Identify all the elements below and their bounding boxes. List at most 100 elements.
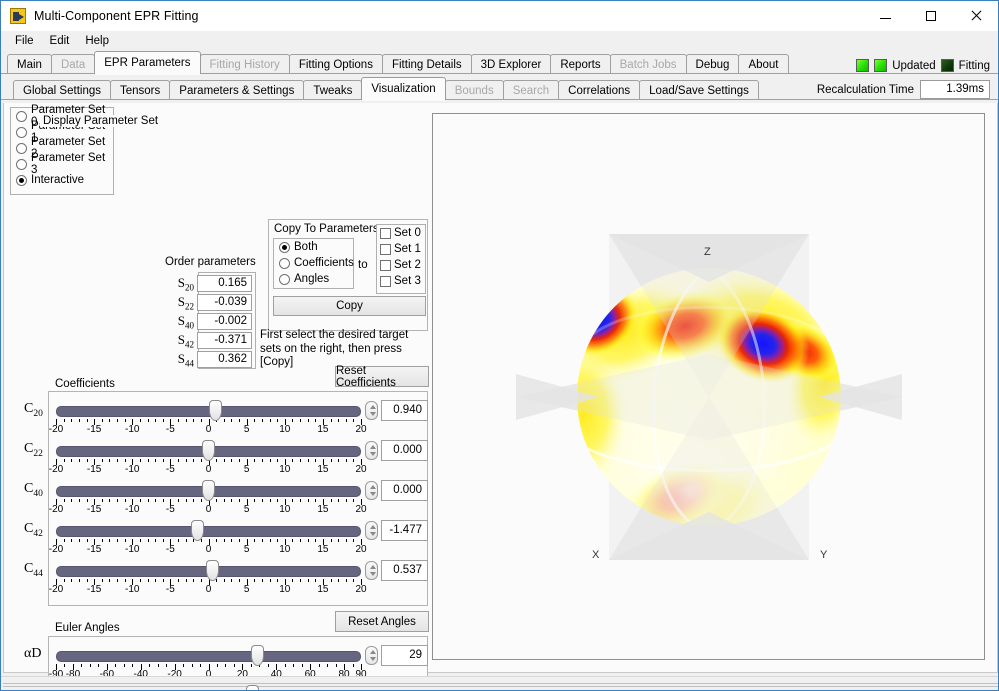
minimize-button[interactable] [863, 1, 908, 30]
slider-thumb[interactable] [202, 480, 215, 501]
slider[interactable]: -20 -15 -10 -5 0 5 10 15 20 [49, 520, 367, 555]
slider-thumb[interactable] [251, 645, 265, 666]
coefficient-slider-row: C20 -20 -15 -10 -5 0 5 10 15 20 0.940 [10, 395, 428, 435]
checkbox-set-1[interactable]: Set 1 [377, 241, 425, 257]
slider-tick-label: -5 [165, 504, 175, 515]
euler-angle-label: αD [24, 646, 42, 661]
sphere-plot[interactable] [433, 114, 985, 660]
slider-thumb[interactable] [206, 560, 220, 581]
coefficient-value-field[interactable]: -1.477 [381, 520, 428, 541]
slider[interactable]: -20 -15 -10 -5 0 5 10 15 20 [49, 400, 367, 435]
radio-icon [16, 110, 27, 122]
coefficient-label: C42 [24, 521, 43, 539]
radio-copy-angles[interactable]: Angles [274, 271, 353, 287]
value-stepper[interactable] [365, 401, 378, 420]
tab-epr-parameters[interactable]: EPR Parameters [94, 51, 201, 75]
coefficient-value-field[interactable]: 0.537 [381, 560, 428, 581]
radio-label: Interactive [31, 174, 85, 186]
axis-label-y: Y [820, 549, 828, 561]
subtab-global-settings[interactable]: Global Settings [13, 80, 111, 100]
slider[interactable]: -20 -15 -10 -5 0 5 10 15 20 [49, 480, 367, 515]
menu-item-file[interactable]: File [7, 33, 42, 49]
maximize-button[interactable] [908, 1, 953, 30]
slider-tick-label: -20 [48, 544, 64, 555]
resize-grip[interactable] [3, 683, 998, 687]
reset-angles-button[interactable]: Reset Angles [335, 611, 429, 632]
slider-tick-label: 5 [243, 504, 250, 515]
checkbox-set-0[interactable]: Set 0 [377, 225, 425, 241]
coefficient-value-field[interactable]: 0.000 [381, 480, 428, 501]
tab-about[interactable]: About [738, 54, 789, 74]
slider-tick-label: -5 [165, 584, 175, 595]
checkbox-icon [380, 227, 391, 239]
radio-copy-both[interactable]: Both [274, 239, 353, 255]
coefficient-value-field[interactable]: 0.000 [381, 440, 428, 461]
tab-reports[interactable]: Reports [550, 54, 611, 74]
slider-track[interactable] [56, 526, 361, 537]
slider-tick-label: -20 [48, 424, 64, 435]
slider-tick-label: -10 [125, 464, 140, 475]
checkbox-set-2[interactable]: Set 2 [377, 257, 425, 273]
order-parameter-name: S44 [177, 350, 194, 369]
subtab-parameters-settings[interactable]: Parameters & Settings [169, 80, 305, 100]
euler-angle-value-field[interactable]: 29 [381, 645, 428, 666]
value-stepper[interactable] [365, 481, 378, 500]
tab-fitting-options[interactable]: Fitting Options [288, 54, 383, 74]
tab-main[interactable]: Main [7, 54, 52, 74]
axis-label-z: Z [704, 246, 711, 258]
tab-debug[interactable]: Debug [685, 54, 740, 74]
axis-label-x: X [592, 549, 600, 561]
checkbox-label: Set 2 [394, 259, 421, 271]
tab-fitting-details[interactable]: Fitting Details [381, 54, 472, 74]
radio-icon [279, 273, 290, 285]
close-button[interactable] [953, 1, 998, 30]
tab-batch-jobs: Batch Jobs [609, 54, 687, 74]
tab-data: Data [50, 54, 96, 74]
slider-tick-label: 20 [355, 584, 367, 595]
slider[interactable]: -20 -15 -10 -5 0 5 10 15 20 [49, 440, 367, 475]
slider-thumb[interactable] [202, 440, 215, 461]
slider-tick-label: -10 [125, 424, 140, 435]
slider-tick-label: 5 [243, 544, 250, 555]
updated-led [874, 59, 888, 72]
subtab-load-save-settings[interactable]: Load/Save Settings [639, 80, 759, 100]
copy-hint-text: First select the desired target sets on … [260, 329, 409, 368]
menu-item-edit[interactable]: Edit [42, 33, 78, 49]
slider-tick-label: 0 [205, 504, 212, 515]
coefficient-value-field[interactable]: 0.940 [381, 400, 428, 421]
slider[interactable]: -90-80-60-40-2002040608090 [49, 645, 367, 680]
subtab-correlations[interactable]: Correlations [558, 80, 641, 100]
slider-thumb[interactable] [246, 685, 260, 690]
value-stepper[interactable] [365, 561, 378, 580]
value-stepper[interactable] [365, 646, 378, 665]
menu-bar: File Edit Help [1, 31, 998, 50]
slider-thumb[interactable] [190, 520, 204, 541]
coefficient-slider-row: C44 -20 -15 -10 -5 0 5 10 15 20 0.537 [10, 555, 428, 595]
value-stepper[interactable] [365, 441, 378, 460]
reset-coefficients-button[interactable]: Reset Coefficients [335, 365, 429, 389]
slider-tick-label: -15 [86, 544, 102, 555]
slider-tick-label: 20 [355, 464, 367, 475]
order-parameter-row: S40 -0.002 [165, 312, 252, 331]
subtab-bounds: Bounds [444, 80, 504, 100]
tab-3d-explorer[interactable]: 3D Explorer [470, 54, 552, 74]
checkbox-set-3[interactable]: Set 3 [377, 273, 425, 289]
copy-button[interactable]: Copy [273, 296, 426, 316]
slider-tick-label: 15 [317, 504, 329, 515]
slider-track[interactable] [56, 651, 361, 662]
checkbox-label: Set 1 [394, 243, 421, 255]
3d-view-panel[interactable]: Z X Y [432, 113, 985, 660]
slider-thumb[interactable] [209, 400, 223, 421]
slider[interactable]: -20 -15 -10 -5 0 5 10 15 20 [49, 560, 367, 595]
subtab-visualization[interactable]: Visualization [361, 77, 446, 101]
radio-parameter-set-3[interactable]: Parameter Set 3 [11, 152, 113, 176]
slider-tick-label: -15 [86, 424, 102, 435]
subtab-tensors[interactable]: Tensors [110, 80, 171, 100]
subtab-search: Search [502, 80, 560, 100]
slider-tick-label: -10 [125, 584, 140, 595]
value-stepper[interactable] [365, 521, 378, 540]
radio-copy-coefficients[interactable]: Coefficients [274, 255, 354, 271]
menu-item-help[interactable]: Help [77, 33, 117, 49]
main-tab-bar: Main Data EPR Parameters Fitting History Fit… [1, 51, 998, 75]
subtab-tweaks[interactable]: Tweaks [303, 80, 363, 100]
